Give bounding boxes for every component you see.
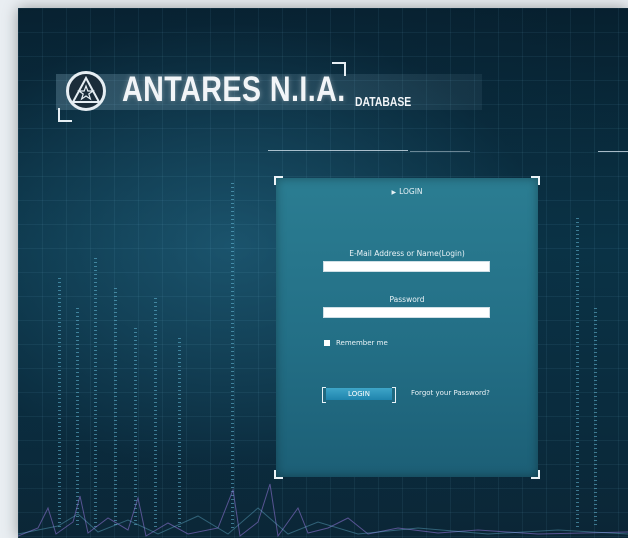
remember-me-row[interactable]: Remember me: [324, 339, 388, 347]
email-label: E-Mail Address or Name(Login): [349, 249, 465, 258]
data-rain-column: [231, 183, 234, 528]
brand-subtitle: DATABASE: [355, 94, 412, 109]
panel-title: ▶ LOGIN: [276, 187, 538, 196]
brand-title: ANTARES N.I.A.: [122, 70, 346, 109]
login-screen: ANTARES N.I.A. DATABASE ▶ LOGIN E-Mail Ad…: [18, 8, 628, 538]
triangle-right-icon: ▶: [391, 189, 397, 196]
email-field[interactable]: [323, 261, 490, 272]
remember-me-checkbox[interactable]: [324, 340, 330, 346]
panel-title-text: LOGIN: [399, 187, 423, 196]
accent-line: [268, 150, 408, 151]
star-emblem-icon: [66, 71, 106, 111]
login-button[interactable]: LOGIN: [326, 388, 392, 400]
accent-line: [410, 151, 470, 152]
login-panel: ▶ LOGIN E-Mail Address or Name(Login) Pas…: [274, 176, 540, 479]
password-field[interactable]: [323, 307, 490, 318]
forgot-password-link[interactable]: Forgot your Password?: [411, 389, 490, 397]
header-bracket: [58, 108, 72, 122]
button-bracket: [392, 387, 396, 403]
panel-corner: [531, 176, 540, 185]
remember-me-label: Remember me: [336, 339, 388, 347]
panel-corner: [274, 176, 283, 185]
waveform-graphic: [18, 483, 628, 538]
password-label: Password: [389, 295, 425, 304]
login-button-frame: LOGIN: [322, 387, 396, 403]
accent-line: [598, 151, 628, 152]
